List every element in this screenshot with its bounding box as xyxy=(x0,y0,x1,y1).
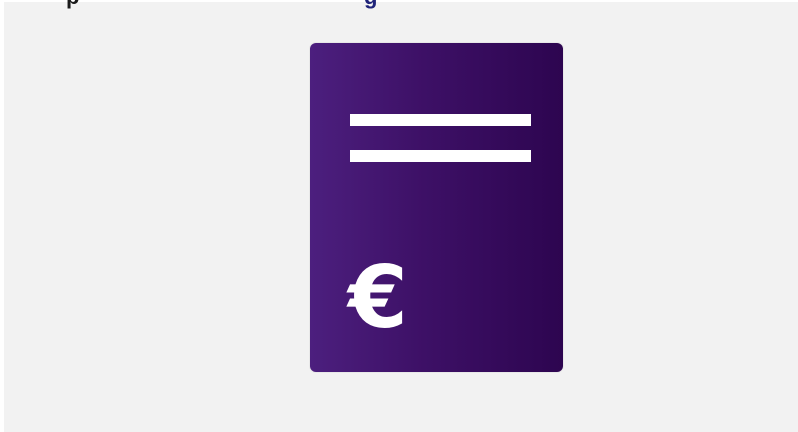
document-line-2 xyxy=(350,150,531,162)
euro-icon: € xyxy=(348,248,408,348)
cropped-heading-text: p xyxy=(66,0,79,8)
document-line-1 xyxy=(350,114,531,126)
cropped-link-text: g xyxy=(364,0,377,8)
invoice-document-icon: € xyxy=(310,43,563,372)
